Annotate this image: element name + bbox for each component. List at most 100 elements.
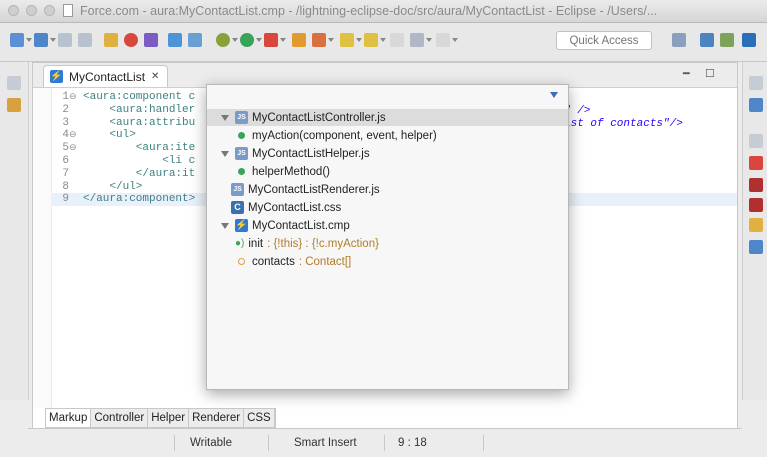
- force-perspective-icon[interactable]: [742, 33, 756, 47]
- restore-bottom-icon[interactable]: [749, 134, 763, 148]
- fold-icon[interactable]: ⊖: [69, 91, 77, 104]
- outline-item-controller[interactable]: JS MyContactListController.js: [207, 109, 568, 126]
- run-icon[interactable]: [240, 33, 254, 47]
- minimize-editor-icon[interactable]: ━: [683, 67, 690, 80]
- outline-item-cmp[interactable]: ⚡ MyContactList.cmp: [221, 217, 350, 234]
- attribute-icon: [238, 258, 245, 265]
- debug-perspective-icon[interactable]: [700, 33, 714, 47]
- quick-access-input[interactable]: [556, 31, 652, 50]
- next-annotation-icon[interactable]: [340, 33, 354, 47]
- back-icon[interactable]: [410, 33, 424, 47]
- forward-icon[interactable]: [436, 33, 450, 47]
- last-edit-icon[interactable]: [390, 33, 404, 47]
- code-line: <aura:component c: [83, 91, 196, 103]
- outline-item-myaction[interactable]: myAction(component, event, helper): [235, 127, 437, 144]
- line-number: 7: [62, 167, 69, 180]
- execute-log-icon[interactable]: [749, 198, 763, 212]
- outline-item-label: MyContactListHelper.js: [252, 147, 370, 160]
- tab-helper[interactable]: Helper: [148, 409, 190, 427]
- code-line: </aura:component>: [83, 193, 196, 206]
- wizard-icon[interactable]: [188, 33, 202, 47]
- outline-item-init-handler[interactable]: ●) init : {!this} : {!c.myAction}: [235, 235, 379, 252]
- right-trim-stack: [742, 62, 767, 400]
- code-line: <aura:handler: [83, 103, 196, 116]
- zoom-window-button[interactable]: [44, 5, 55, 16]
- tab-css[interactable]: CSS: [244, 409, 275, 427]
- line-number: 1: [62, 91, 69, 103]
- outline-item-detail: : Contact[]: [298, 255, 352, 268]
- outline-item-label: MyContactList.cmp: [252, 219, 350, 232]
- tab-controller[interactable]: Controller: [91, 409, 149, 427]
- code-line: <aura:attribu: [83, 116, 196, 129]
- console-view-icon[interactable]: [749, 218, 763, 232]
- close-tab-icon[interactable]: ✕: [151, 71, 159, 82]
- outline-item-renderer[interactable]: JS MyContactListRenderer.js: [231, 181, 380, 198]
- fold-icon[interactable]: ⊖: [69, 129, 77, 142]
- js-file-icon: JS: [231, 183, 244, 196]
- outline-item-detail: : {!this} : {!c.myAction}: [267, 237, 379, 250]
- new-icon[interactable]: [10, 33, 24, 47]
- save-icon[interactable]: [58, 33, 72, 47]
- close-window-button[interactable]: [8, 5, 19, 16]
- fold-icon[interactable]: ⊖: [69, 142, 77, 155]
- error-log-icon[interactable]: [749, 178, 763, 192]
- code-line: <ul>: [83, 129, 136, 142]
- editor-bottom-tabs: Markup Controller Helper Renderer CSS: [45, 408, 276, 428]
- code-line: </aura:it: [83, 167, 196, 180]
- restore-right-icon[interactable]: [749, 76, 763, 90]
- line-number: 9: [62, 193, 69, 206]
- outline-item-helpermethod[interactable]: helperMethod(): [235, 163, 330, 180]
- pencil-icon[interactable]: [312, 33, 326, 47]
- outline-item-label: MyContactList.css: [248, 201, 342, 214]
- expand-triangle-icon[interactable]: [221, 150, 229, 157]
- open-type-icon[interactable]: [104, 33, 118, 47]
- popup-filter[interactable]: [207, 85, 568, 107]
- tab-markup[interactable]: Markup: [46, 409, 92, 427]
- window-title: Force.com - aura:MyContactList.cmp - /li…: [80, 4, 658, 18]
- editor-tab-label: MyContactList: [69, 69, 146, 84]
- expand-triangle-icon[interactable]: [221, 114, 229, 121]
- external-tools-icon[interactable]: [264, 33, 278, 47]
- restore-icon[interactable]: [7, 76, 21, 90]
- status-writable: Writable: [190, 437, 232, 449]
- schema-view-icon[interactable]: [749, 240, 763, 254]
- minimize-window-button[interactable]: [26, 5, 37, 16]
- left-trim-stack: [0, 62, 29, 400]
- new-project-icon[interactable]: [34, 33, 48, 47]
- code-line: <aura:ite: [83, 142, 196, 155]
- outline-item-css[interactable]: C MyContactList.css: [231, 199, 341, 216]
- prev-annotation-icon[interactable]: [364, 33, 378, 47]
- settings-icon[interactable]: [216, 33, 230, 47]
- outline-item-label: myAction(component, event, helper): [252, 129, 437, 142]
- editor-tab-mycontactlist[interactable]: ⚡ MyContactList ✕: [43, 65, 169, 87]
- method-icon: [238, 168, 245, 175]
- line-number: 8: [62, 180, 69, 193]
- outline-item-label: MyContactListController.js: [252, 111, 386, 124]
- outline-item-label: contacts: [252, 255, 295, 268]
- outline-item-label: helperMethod(): [252, 165, 330, 178]
- open-perspective-icon[interactable]: [672, 33, 686, 47]
- css-file-icon: C: [231, 201, 244, 214]
- task-icon[interactable]: [144, 33, 158, 47]
- code-fragment-line3: ist of contacts"/>: [564, 118, 683, 130]
- expand-triangle-icon[interactable]: [221, 222, 229, 229]
- tab-renderer[interactable]: Renderer: [189, 409, 245, 427]
- line-number: 5: [62, 142, 69, 155]
- maximize-editor-icon[interactable]: ☐: [705, 67, 715, 80]
- outline-view-icon[interactable]: [749, 98, 763, 112]
- code-line: </ul>: [83, 180, 143, 193]
- method-icon: [238, 132, 245, 139]
- problems-view-icon[interactable]: [749, 156, 763, 170]
- debug-icon[interactable]: [124, 33, 138, 47]
- package-explorer-icon[interactable]: [7, 98, 21, 112]
- java-perspective-icon[interactable]: [720, 33, 734, 47]
- deploy-icon[interactable]: [168, 33, 182, 47]
- outline-item-contacts-attribute[interactable]: contacts : Contact[]: [235, 253, 351, 270]
- js-file-icon: JS: [235, 111, 248, 124]
- outline-item-helper[interactable]: JS MyContactListHelper.js: [221, 145, 370, 162]
- status-insert-mode: Smart Insert: [294, 437, 357, 449]
- dropdown-arrow-icon[interactable]: [550, 92, 558, 98]
- save-all-icon[interactable]: [78, 33, 92, 47]
- open-folder-icon[interactable]: [292, 33, 306, 47]
- title-bar: Force.com - aura:MyContactList.cmp - /li…: [0, 0, 767, 23]
